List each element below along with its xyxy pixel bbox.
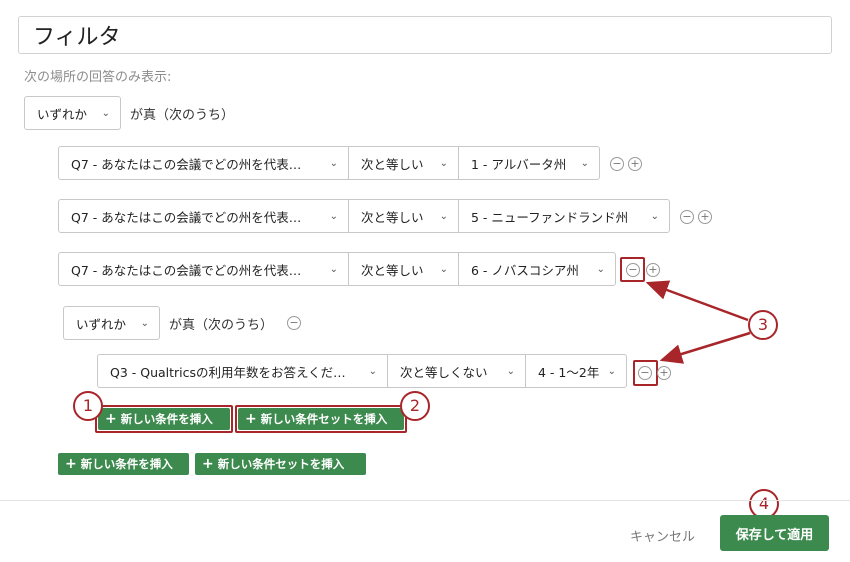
condition-value-select[interactable]: 6 - ノバスコシア州 ⌄	[459, 253, 615, 285]
root-insert-condition-set-button[interactable]: + 新しい条件セットを挿入	[195, 453, 366, 475]
condition-operator-value: 次と等しい	[361, 209, 424, 225]
condition-question-value: Q7 - あなたはこの会議でどの州を代表…	[71, 262, 302, 278]
condition-row-1: Q7 - あなたはこの会議でどの州を代表… ⌄ 次と等しい ⌄ 1 - アルバー…	[58, 146, 600, 180]
condition-question-select[interactable]: Q7 - あなたはこの会議でどの州を代表… ⌄	[59, 253, 349, 285]
condition-operator-select[interactable]: 次と等しい ⌄	[349, 200, 459, 232]
minus-circle-icon[interactable]: −	[638, 366, 652, 380]
nested-insert-condition-set-button[interactable]: + 新しい条件セットを挿入	[238, 408, 404, 430]
chevron-down-icon: ⌄	[329, 210, 338, 222]
minus-circle-icon[interactable]: −	[626, 263, 640, 277]
nested-group-suffix: が真（次のうち）	[169, 318, 274, 333]
chevron-down-icon: ⌄	[329, 157, 338, 169]
nested-insert-condition-button[interactable]: + 新しい条件を挿入	[98, 408, 230, 430]
nested-group-logic-select[interactable]: いずれか ⌄	[63, 306, 160, 340]
save-and-apply-button[interactable]: 保存して適用	[720, 515, 829, 551]
nested-group-logic-value: いずれか	[76, 316, 127, 332]
save-and-apply-label: 保存して適用	[735, 527, 814, 543]
footer-divider	[0, 500, 850, 501]
chevron-down-icon: ⌄	[439, 263, 448, 275]
plus-circle-icon[interactable]: +	[698, 210, 712, 224]
condition-row-3: Q7 - あなたはこの会議でどの州を代表… ⌄ 次と等しい ⌄ 6 - ノバスコ…	[58, 252, 616, 286]
plus-icon: +	[245, 411, 257, 427]
arrow-to-nested-remove	[659, 331, 751, 364]
chevron-down-icon: ⌄	[439, 210, 448, 222]
arrow-to-row3-remove	[645, 280, 749, 322]
condition-value-value: 6 - ノバスコシア州	[471, 262, 579, 278]
plus-circle-icon[interactable]: +	[657, 366, 671, 380]
root-group-suffix: が真（次のうち）	[130, 108, 235, 123]
condition-question-value: Q3 - Qualtricsの利用年数をお答えくだ…	[110, 364, 346, 380]
chevron-down-icon: ⌄	[439, 157, 448, 169]
condition-operator-value: 次と等しい	[361, 156, 424, 172]
nested-insert-condition-label: 新しい条件を挿入	[120, 412, 213, 426]
root-insert-condition-button[interactable]: + 新しい条件を挿入	[58, 453, 189, 475]
cancel-button[interactable]: キャンセル	[630, 526, 695, 545]
condition-question-select[interactable]: Q7 - あなたはこの会議でどの州を代表… ⌄	[59, 147, 349, 179]
chevron-down-icon: ⌄	[506, 365, 515, 377]
minus-circle-icon[interactable]: −	[287, 316, 301, 330]
plus-icon: +	[202, 456, 214, 472]
condition-value-select[interactable]: 1 - アルバータ州 ⌄	[459, 147, 599, 179]
condition-operator-value: 次と等しい	[361, 262, 424, 278]
condition-value-value: 4 - 1～2年	[538, 364, 600, 380]
condition-value-select[interactable]: 5 - ニューファンドランド州 ⌄	[459, 200, 669, 232]
filter-title-input[interactable]: フィルタ	[18, 16, 832, 54]
chevron-down-icon: ⌄	[329, 263, 338, 275]
nested-insert-condition-set-label: 新しい条件セットを挿入	[260, 412, 388, 426]
chevron-down-icon: ⌄	[596, 263, 605, 275]
subtitle: 次の場所の回答のみ表示:	[24, 70, 172, 85]
root-insert-condition-set-label: 新しい条件セットを挿入	[217, 457, 345, 471]
condition-value-value: 1 - アルバータ州	[471, 156, 567, 172]
plus-icon: +	[65, 456, 77, 472]
chevron-down-icon: ⌄	[368, 365, 377, 377]
condition-question-value: Q7 - あなたはこの会議でどの州を代表…	[71, 156, 302, 172]
plus-circle-icon[interactable]: +	[628, 157, 642, 171]
root-group-logic-value: いずれか	[37, 106, 88, 122]
filter-title: フィルタ	[33, 25, 121, 50]
condition-value-value: 5 - ニューファンドランド州	[471, 209, 629, 225]
callout-2: 2	[400, 391, 430, 421]
nested-condition-row-1: Q3 - Qualtricsの利用年数をお答えくだ… ⌄ 次と等しくない ⌄ 4…	[97, 354, 627, 388]
callout-1: 1	[73, 391, 103, 421]
chevron-down-icon: ⌄	[650, 210, 659, 222]
callout-3: 3	[748, 310, 778, 340]
chevron-down-icon: ⌄	[140, 317, 149, 329]
plus-icon: +	[105, 411, 117, 427]
minus-circle-icon[interactable]: −	[680, 210, 694, 224]
condition-operator-select[interactable]: 次と等しい ⌄	[349, 253, 459, 285]
chevron-down-icon: ⌄	[580, 157, 589, 169]
condition-row-2: Q7 - あなたはこの会議でどの州を代表… ⌄ 次と等しい ⌄ 5 - ニューフ…	[58, 199, 670, 233]
chevron-down-icon: ⌄	[607, 365, 616, 377]
condition-operator-select[interactable]: 次と等しい ⌄	[349, 147, 459, 179]
chevron-down-icon: ⌄	[101, 107, 110, 119]
condition-question-select[interactable]: Q3 - Qualtricsの利用年数をお答えくだ… ⌄	[98, 355, 388, 387]
condition-question-value: Q7 - あなたはこの会議でどの州を代表…	[71, 209, 302, 225]
plus-circle-icon[interactable]: +	[646, 263, 660, 277]
condition-operator-value: 次と等しくない	[400, 364, 488, 380]
condition-operator-select[interactable]: 次と等しくない ⌄	[388, 355, 526, 387]
minus-circle-icon[interactable]: −	[610, 157, 624, 171]
root-insert-condition-label: 新しい条件を挿入	[80, 457, 173, 471]
condition-value-select[interactable]: 4 - 1～2年 ⌄	[526, 355, 626, 387]
condition-question-select[interactable]: Q7 - あなたはこの会議でどの州を代表… ⌄	[59, 200, 349, 232]
root-group-logic-select[interactable]: いずれか ⌄	[24, 96, 121, 130]
